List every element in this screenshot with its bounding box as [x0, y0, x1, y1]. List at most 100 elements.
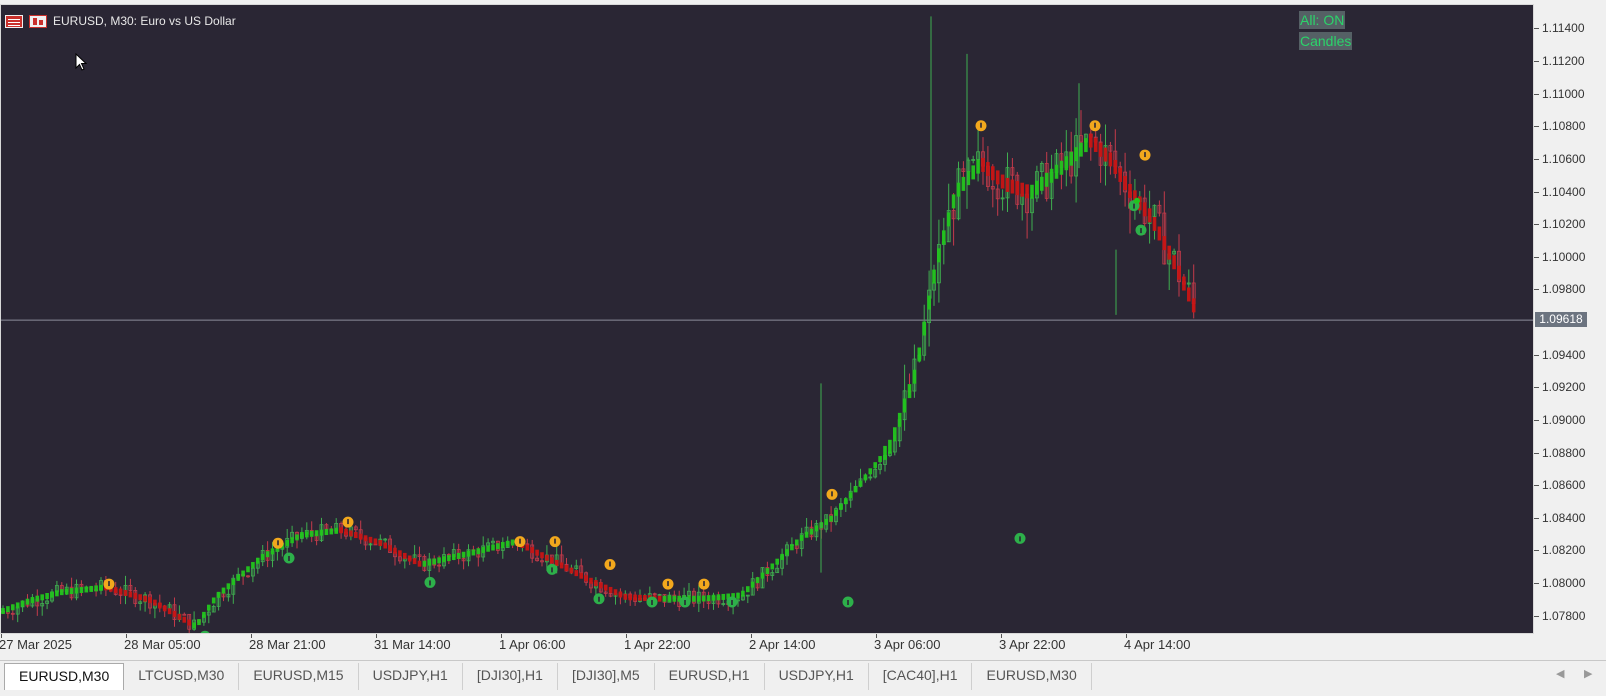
price-tick-label: 1.11400 — [1542, 21, 1585, 36]
tab-eurusd-m30[interactable]: EURUSD,M30 — [972, 663, 1092, 690]
bear-trend-bar — [1010, 179, 1015, 194]
price-chart[interactable] — [1, 5, 1533, 633]
time-tick-label: 4 Apr 14:00 — [1124, 637, 1191, 652]
bull-trend-bar — [300, 532, 304, 539]
bear-trend-bar — [138, 594, 142, 601]
all-on-button[interactable]: All: ON — [1299, 11, 1346, 29]
bull-trend-bar — [785, 549, 789, 556]
price-tick-label: 1.10400 — [1542, 184, 1586, 199]
bull-trend-bar — [1030, 184, 1034, 199]
chart-plot-area[interactable]: EURUSD, M30: Euro vs US Dollar All: ON C… — [0, 4, 1534, 634]
bull-trend-bar — [197, 619, 201, 626]
bull-trend-bar — [256, 557, 260, 564]
bull-trend-bar — [667, 595, 672, 602]
bull-trend-bar — [1064, 156, 1069, 171]
tab-dji30-h1[interactable]: [DJI30],H1 — [463, 663, 558, 690]
price-tick-label: 1.09000 — [1542, 412, 1586, 427]
bull-trend-bar — [471, 549, 476, 556]
bear-trend-bar — [589, 577, 593, 584]
bull-trend-bar — [319, 529, 324, 536]
bull-trend-bar — [829, 515, 833, 522]
bull-trend-bar — [251, 562, 255, 569]
price-tick — [1534, 126, 1539, 128]
bull-trend-bar — [74, 587, 79, 594]
bull-trend-bar — [942, 230, 946, 245]
bear-trend-bar — [172, 611, 177, 618]
price-tick-label: 1.10200 — [1542, 217, 1586, 232]
price-tick — [1534, 354, 1539, 356]
list-icon[interactable] — [5, 14, 23, 28]
price-tick-label: 1.09800 — [1542, 282, 1586, 297]
price-tick-label: 1.08200 — [1542, 543, 1586, 558]
scroll-right-icon[interactable]: ▶ — [1584, 667, 1592, 680]
chart-window[interactable]: EURUSD, M30: Euro vs US Dollar All: ON C… — [0, 0, 1606, 660]
time-scale[interactable]: 27 Mar 2025 28 Mar 05:00 28 Mar 21:00 31 Ma… — [0, 634, 1534, 656]
tab-eurusd-m30[interactable]: EURUSD,M30 — [4, 663, 125, 690]
bull-trend-bar — [780, 553, 784, 560]
tab-eurusd-m15[interactable]: EURUSD,M15 — [239, 663, 359, 690]
bull-trend-bar — [799, 534, 804, 541]
time-tick-label: 31 Mar 14:00 — [374, 637, 451, 652]
bull-trend-bar — [946, 212, 951, 227]
scroll-left-icon[interactable]: ◀ — [1556, 667, 1564, 680]
candles-button[interactable]: Candles — [1299, 32, 1353, 50]
price-tick-label: 1.08800 — [1542, 445, 1586, 460]
tab-cac40-h1[interactable]: [CAC40],H1 — [869, 663, 973, 690]
bear-trend-bar — [657, 595, 662, 602]
tab-eurusd-h1[interactable]: EURUSD,H1 — [655, 663, 765, 690]
price-tick — [1534, 256, 1539, 258]
tab-dji30-m5[interactable]: [DJI30],M5 — [558, 663, 655, 690]
bear-trend-bar — [417, 560, 422, 567]
chart-tabs-bar: EURUSD,M30 LTCUSD,M30 EURUSD,M15 USDJPY,H1[… — [0, 660, 1606, 696]
bull-trend-bar — [746, 586, 750, 593]
bull-trend-bar — [888, 439, 892, 454]
bear-trend-bar — [1025, 184, 1029, 199]
price-tick — [1534, 550, 1539, 552]
bear-trend-bar — [153, 599, 157, 606]
bull-trend-bar — [309, 530, 314, 537]
bull-trend-bar — [40, 594, 44, 601]
price-tick — [1534, 191, 1539, 193]
bull-trend-bar — [917, 347, 922, 362]
price-tick — [1534, 419, 1539, 421]
bear-trend-bar — [113, 587, 118, 594]
bear-trend-bar — [344, 528, 348, 535]
tab-ltcusd-m30[interactable]: LTCUSD,M30 — [124, 663, 240, 690]
bear-trend-bar — [608, 586, 613, 593]
bear-trend-bar — [603, 584, 608, 591]
bear-trend-bar — [177, 613, 182, 620]
bear-trend-bar — [599, 582, 603, 589]
price-tick-label: 1.08600 — [1542, 478, 1586, 493]
bull-trend-bar — [848, 492, 853, 499]
symbol-label: EURUSD, M30: Euro vs US Dollar — [53, 14, 236, 28]
price-tick — [1534, 452, 1539, 454]
tab-usdjpy-h1[interactable]: USDJPY,H1 — [359, 663, 463, 690]
tab-usdjpy-h1[interactable]: USDJPY,H1 — [765, 663, 869, 690]
bear-trend-bar — [638, 594, 642, 601]
bull-trend-bar — [770, 563, 775, 570]
bull-trend-bar — [476, 548, 481, 555]
price-tick-label: 1.10800 — [1542, 119, 1586, 134]
price-tick — [1534, 158, 1539, 160]
bull-trend-bar — [814, 525, 819, 532]
bull-trend-bar — [790, 544, 794, 551]
bull-trend-bar — [226, 583, 231, 590]
bear-trend-bar — [167, 608, 172, 615]
price-tick-label: 1.10600 — [1542, 151, 1586, 166]
bear-trend-bar — [535, 549, 539, 556]
bull-trend-bar — [60, 589, 64, 596]
bull-trend-bar — [202, 611, 206, 618]
bear-trend-bar — [368, 536, 373, 543]
bull-trend-bar — [711, 594, 716, 601]
bull-trend-bar — [922, 321, 926, 336]
trade-panel-icon[interactable] — [29, 14, 47, 28]
bear-trend-bar — [1098, 142, 1103, 157]
bull-trend-bar — [216, 591, 221, 598]
bull-trend-bar — [721, 593, 726, 600]
bull-trend-bar — [937, 248, 941, 263]
bull-trend-bar — [824, 518, 828, 525]
bear-trend-bar — [613, 589, 618, 596]
bull-trend-bar — [951, 194, 956, 209]
price-tick-label: 1.08000 — [1542, 576, 1586, 591]
price-tick-label: 1.11200 — [1542, 54, 1585, 69]
